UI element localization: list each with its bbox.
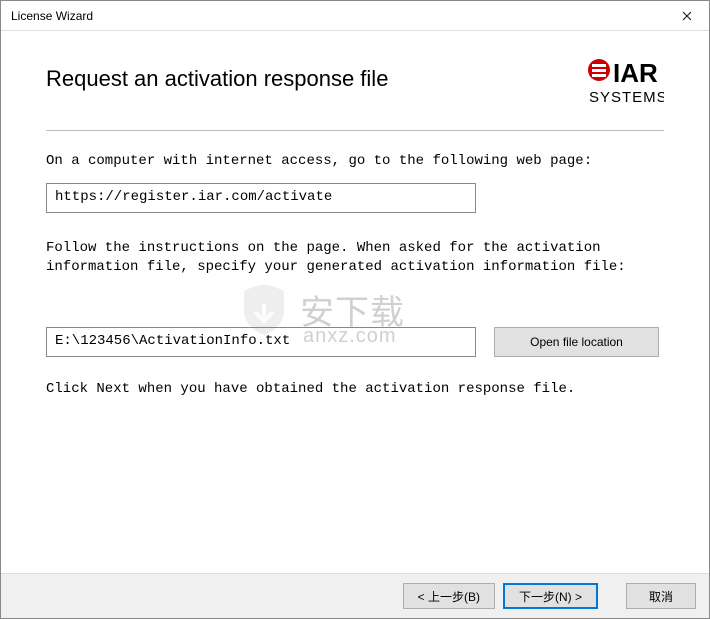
header-row: Request an activation response file IAR … bbox=[46, 56, 664, 131]
svg-text:SYSTEMS: SYSTEMS bbox=[589, 89, 664, 106]
close-button[interactable] bbox=[664, 1, 709, 31]
page-title: Request an activation response file bbox=[46, 66, 388, 92]
next-button[interactable]: 下一步(N) > bbox=[503, 583, 598, 609]
instruction-file: Follow the instructions on the page. Whe… bbox=[46, 239, 664, 277]
titlebar: License Wizard bbox=[1, 1, 709, 31]
iar-logo: IAR SYSTEMS bbox=[584, 56, 664, 112]
window-title: License Wizard bbox=[11, 9, 93, 23]
cancel-button[interactable]: 取消 bbox=[626, 583, 696, 609]
activation-url-field[interactable]: https://register.iar.com/activate bbox=[46, 183, 476, 213]
content-area: Request an activation response file IAR … bbox=[1, 31, 709, 397]
open-file-location-button[interactable]: Open file location bbox=[494, 327, 659, 357]
svg-text:IAR: IAR bbox=[613, 58, 658, 88]
instruction-web: On a computer with internet access, go t… bbox=[46, 153, 664, 169]
instruction-next: Click Next when you have obtained the ac… bbox=[46, 381, 664, 397]
close-icon bbox=[682, 8, 692, 24]
back-button[interactable]: < 上一步(B) bbox=[403, 583, 495, 609]
file-path-field[interactable]: E:\123456\ActivationInfo.txt bbox=[46, 327, 476, 357]
file-row: E:\123456\ActivationInfo.txt Open file l… bbox=[46, 327, 664, 357]
footer: < 上一步(B) 下一步(N) > 取消 bbox=[1, 573, 709, 618]
